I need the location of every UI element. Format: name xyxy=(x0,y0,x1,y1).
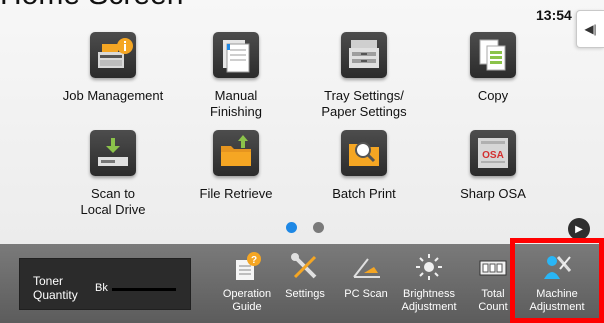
page-dot-1[interactable] xyxy=(286,222,297,233)
app-tray-settings[interactable]: Tray Settings/ Paper Settings xyxy=(299,32,429,120)
job-management-icon xyxy=(90,32,136,78)
app-label: Job Management xyxy=(62,88,164,103)
app-label: Scan to Local Drive xyxy=(80,186,146,217)
settings-button[interactable]: Settings xyxy=(274,244,336,323)
app-sharp-osa[interactable]: OSA Sharp OSA xyxy=(428,130,558,202)
svg-text:?: ? xyxy=(251,255,257,266)
toner-gauge-fill xyxy=(112,288,176,291)
app-label: Copy xyxy=(477,88,509,103)
sharp-osa-icon: OSA xyxy=(470,130,516,176)
manual-finishing-icon xyxy=(213,32,259,78)
operation-guide-icon: ? xyxy=(231,251,263,283)
app-batch-print[interactable]: Batch Print xyxy=(299,130,429,202)
app-manual-finishing[interactable]: Manual Finishing xyxy=(171,32,301,120)
settings-icon xyxy=(289,251,321,283)
total-count-icon xyxy=(477,251,509,283)
brightness-icon xyxy=(413,251,445,283)
operation-guide-button[interactable]: ? Operation Guide xyxy=(216,244,278,323)
file-retrieve-icon xyxy=(213,130,259,176)
brightness-adjustment-button[interactable]: Brightness Adjustment xyxy=(398,244,460,323)
app-copy[interactable]: Copy xyxy=(428,32,558,104)
batch-print-icon xyxy=(341,130,387,176)
pc-scan-button[interactable]: PC Scan xyxy=(335,244,397,323)
play-arrow-icon: ▶ xyxy=(575,223,583,235)
bar-label: Settings xyxy=(285,288,325,300)
home-screen: Home Screen 13:54 ◀| Job Management xyxy=(0,0,604,323)
tray-settings-icon xyxy=(341,32,387,78)
bar-label: Brightness Adjustment xyxy=(401,288,457,313)
next-page-button[interactable]: ▶ xyxy=(568,218,590,240)
collapse-arrow-icon: ◀| xyxy=(584,22,597,36)
page-indicator xyxy=(286,222,324,233)
app-label: Manual Finishing xyxy=(209,88,263,119)
scan-to-local-drive-icon xyxy=(90,130,136,176)
side-panel-tab[interactable]: ◀| xyxy=(576,10,604,48)
app-label: Sharp OSA xyxy=(460,186,526,201)
toner-color-code: Bk xyxy=(95,282,108,294)
toner-quantity-panel: Toner Quantity Bk xyxy=(19,258,191,310)
toner-gauge xyxy=(112,288,176,291)
highlight-frame xyxy=(510,238,604,323)
pc-scan-icon xyxy=(350,251,382,283)
clock: 13:54 xyxy=(536,7,572,23)
copy-icon xyxy=(470,32,516,78)
app-label: File Retrieve xyxy=(199,186,273,201)
toner-label: Toner Quantity xyxy=(33,274,78,302)
bar-label: PC Scan xyxy=(344,288,388,300)
app-label: Batch Print xyxy=(332,186,396,201)
app-label: Tray Settings/ Paper Settings xyxy=(321,88,407,119)
page-heading: Home Screen xyxy=(0,0,183,12)
page-dot-2[interactable] xyxy=(313,222,324,233)
svg-text:OSA: OSA xyxy=(482,150,504,161)
app-job-management[interactable]: Job Management xyxy=(48,32,178,104)
app-scan-to-local-drive[interactable]: Scan to Local Drive xyxy=(48,130,178,218)
app-file-retrieve[interactable]: File Retrieve xyxy=(171,130,301,202)
